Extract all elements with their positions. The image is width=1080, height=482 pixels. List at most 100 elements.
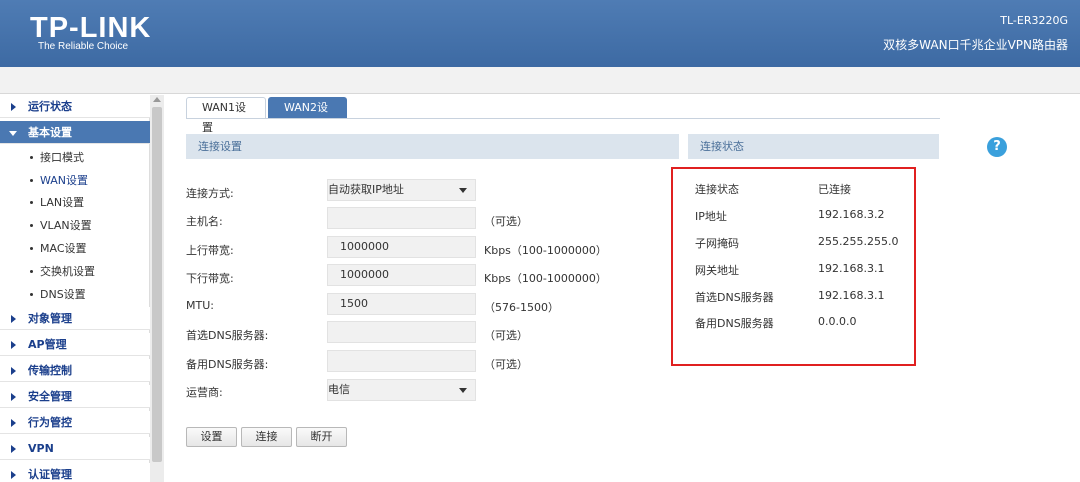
connection-type-label: 连接方式: [186,187,234,200]
sidebar-item-label: LAN设置 [40,196,85,209]
disconnect-button[interactable]: 断开 [296,427,347,447]
sidebar-item-mac-settings[interactable]: MAC设置 [0,237,150,260]
sidebar-group-label: AP管理 [28,338,67,351]
status-value-primary-dns: 192.168.3.1 [818,289,885,302]
secondary-dns-label: 备用DNS服务器: [186,358,269,371]
dropdown-arrow-icon [459,388,467,393]
scrollbar-thumb[interactable] [152,107,162,462]
tab-wan1-settings[interactable]: WAN1设置 [186,97,266,134]
sidebar-item-label: MAC设置 [40,242,87,255]
status-value-ip: 192.168.3.2 [818,208,885,221]
chevron-right-icon [11,419,16,427]
sidebar-group-authentication[interactable]: 认证管理 [0,463,150,482]
sidebar-group-label: 对象管理 [28,312,72,325]
sidebar-group-label: VPN [28,442,54,455]
download-bandwidth-hint: Kbps（100-1000000） [484,272,607,285]
hostname-hint: （可选） [484,215,528,228]
connection-settings-header: 连接设置 [186,134,679,159]
bullet-icon [30,201,33,204]
sidebar-group-security[interactable]: 安全管理 [0,385,150,408]
sidebar-group-status[interactable]: 运行状态 [0,95,150,118]
sidebar-item-vlan-settings[interactable]: VLAN设置 [0,214,150,237]
status-label-connection: 连接状态 [695,183,739,196]
status-label-secondary-dns: 备用DNS服务器 [695,317,774,330]
status-label-subnet: 子网掩码 [695,237,739,250]
sidebar-group-transfer-control[interactable]: 传输控制 [0,359,150,382]
sidebar-item-label: WAN设置 [40,174,89,187]
chevron-right-icon [11,315,16,323]
mtu-input[interactable]: 1500 [327,293,476,315]
sidebar-group-behavior-control[interactable]: 行为管控 [0,411,150,434]
download-bandwidth-input[interactable]: 1000000 [327,264,476,286]
connection-status-header: 连接状态 [688,134,939,159]
sidebar-item-label: 接口模式 [40,151,84,164]
primary-dns-hint: （可选） [484,329,528,342]
chevron-right-icon [11,367,16,375]
sidebar-group-label: 运行状态 [28,100,72,113]
hostname-label: 主机名: [186,215,223,228]
secondary-dns-input[interactable] [327,350,476,372]
header-bar: TP-LINK The Reliable Choice TL-ER3220G 双… [0,0,1080,67]
sidebar-group-ap-management[interactable]: AP管理 [0,333,150,356]
sidebar: 运行状态 基本设置 接口模式 WAN设置 LAN设置 VLAN设置 MAC设置 … [0,95,150,482]
isp-select[interactable]: 电信 [327,379,476,401]
tab-wan2-settings[interactable]: WAN2设置 [268,97,347,134]
upload-bandwidth-input[interactable]: 1000000 [327,236,476,258]
sidebar-scrollbar[interactable] [150,95,164,482]
download-bandwidth-label: 下行带宽: [186,272,234,285]
connect-button[interactable]: 连接 [241,427,292,447]
bullet-icon [30,156,33,159]
sidebar-item-lan-settings[interactable]: LAN设置 [0,191,150,214]
save-button[interactable]: 设置 [186,427,237,447]
isp-label: 运营商: [186,386,223,399]
sidebar-item-label: 交换机设置 [40,265,95,278]
primary-dns-input[interactable] [327,321,476,343]
sidebar-group-label: 传输控制 [28,364,72,377]
hostname-input[interactable] [327,207,476,229]
connection-type-value: 自动获取IP地址 [328,183,404,196]
status-value-subnet: 255.255.255.0 [818,235,899,248]
device-model: TL-ER3220G [1000,14,1068,27]
sidebar-group-label: 安全管理 [28,390,72,403]
scroll-up-icon[interactable] [153,97,161,102]
dropdown-arrow-icon [459,188,467,193]
chevron-right-icon [11,393,16,401]
sidebar-group-basic-settings[interactable]: 基本设置 [0,121,150,144]
bullet-icon [30,247,33,250]
sidebar-item-switch-settings[interactable]: 交换机设置 [0,260,150,283]
chevron-right-icon [11,445,16,453]
primary-dns-label: 首选DNS服务器: [186,329,269,342]
bullet-icon [30,224,33,227]
sidebar-item-label: DNS设置 [40,288,86,301]
status-label-ip: IP地址 [695,210,727,223]
sidebar-group-object-management[interactable]: 对象管理 [0,307,150,330]
tab-divider [186,118,940,119]
chevron-right-icon [11,471,16,479]
sidebar-item-dns-settings[interactable]: DNS设置 [0,283,150,306]
bullet-icon [30,293,33,296]
status-value-gateway: 192.168.3.1 [818,262,885,275]
status-value-secondary-dns: 0.0.0.0 [818,315,857,328]
sidebar-group-label: 行为管控 [28,416,72,429]
isp-value: 电信 [328,383,350,396]
help-icon[interactable]: ? [987,137,1007,157]
sidebar-item-interface-mode[interactable]: 接口模式 [0,146,150,169]
upload-bandwidth-hint: Kbps（100-1000000） [484,244,607,257]
status-label-gateway: 网关地址 [695,264,739,277]
mtu-hint: （576-1500） [484,301,559,314]
bullet-icon [30,179,33,182]
sidebar-item-wan-settings[interactable]: WAN设置 [0,169,150,192]
sidebar-item-label: VLAN设置 [40,219,92,232]
sidebar-group-vpn[interactable]: VPN [0,437,150,460]
sidebar-group-label: 基本设置 [28,126,72,139]
device-description: 双核多WAN口千兆企业VPN路由器 [883,38,1068,52]
tplink-logo: TP-LINK The Reliable Choice [30,13,151,52]
sidebar-group-label: 认证管理 [28,468,72,481]
upload-bandwidth-label: 上行带宽: [186,244,234,257]
status-label-primary-dns: 首选DNS服务器 [695,291,774,304]
chevron-right-icon [11,103,16,111]
secondary-dns-hint: （可选） [484,358,528,371]
chevron-right-icon [11,341,16,349]
mtu-label: MTU: [186,299,214,312]
connection-type-select[interactable]: 自动获取IP地址 [327,179,476,201]
